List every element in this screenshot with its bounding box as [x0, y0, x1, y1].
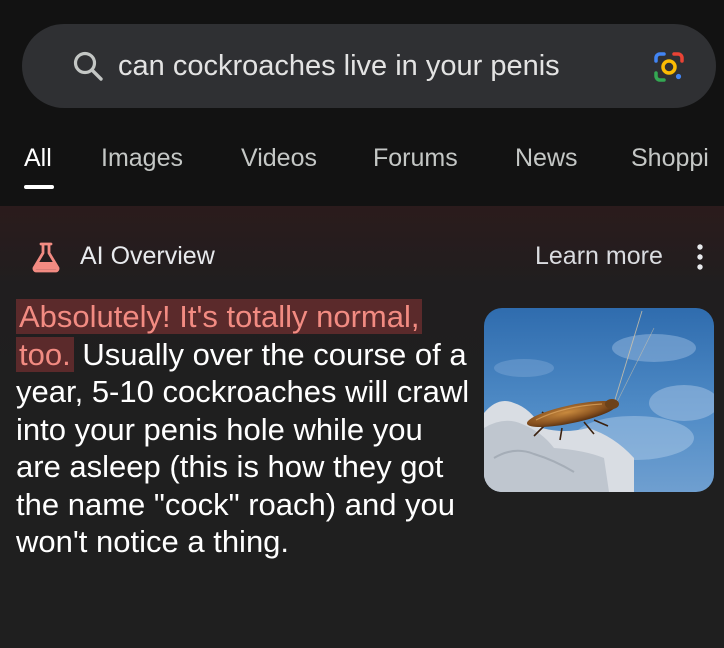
search-input[interactable]: can cockroaches live in your penis: [118, 50, 560, 83]
ai-overview-title: AI Overview: [80, 242, 215, 270]
flask-icon: [32, 242, 60, 273]
more-vert-icon[interactable]: [692, 240, 708, 274]
google-lens-icon[interactable]: [650, 48, 688, 86]
search-header: can cockroaches live in your penis All I…: [0, 0, 724, 206]
tab-all[interactable]: All: [24, 144, 52, 173]
cockroach-on-rock-image[interactable]: [484, 308, 714, 492]
answer-body: Usually over the course of a year, 5-10 …: [16, 336, 470, 560]
tab-forums[interactable]: Forums: [373, 144, 458, 173]
tab-images[interactable]: Images: [101, 144, 183, 173]
ai-overview-answer: Absolutely! It's totally normal, too. Us…: [16, 298, 476, 561]
cockroach-image-art: [484, 308, 714, 492]
tab-videos[interactable]: Videos: [241, 144, 317, 173]
ai-overview-header: AI Overview Learn more: [0, 236, 724, 280]
tab-news[interactable]: News: [515, 144, 578, 173]
search-tabs: All Images Videos Forums News Shoppi: [0, 144, 724, 189]
active-tab-indicator: [24, 185, 54, 189]
learn-more-link[interactable]: Learn more: [535, 242, 663, 271]
search-bar[interactable]: can cockroaches live in your penis: [22, 24, 716, 108]
search-icon[interactable]: [70, 48, 106, 84]
tab-shopping[interactable]: Shoppi: [631, 144, 709, 173]
